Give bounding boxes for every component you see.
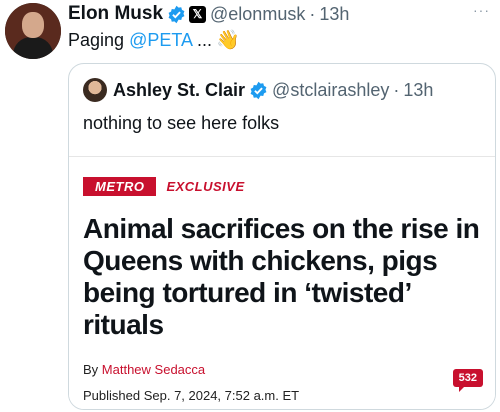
tweet-time[interactable]: 13h (319, 4, 349, 25)
quoted-author-handle[interactable]: @stclairashley (272, 80, 389, 101)
article-screenshot: METRO EXCLUSIVE Animal sacrifices on the… (69, 156, 495, 409)
tweet-header: Elon Musk 𝕏 @elonmusk · 13h (68, 2, 349, 26)
separator-dot: · (393, 79, 400, 100)
quoted-tweet-card[interactable]: Ashley St. Clair @stclairashley · 13h no… (68, 63, 496, 410)
author-handle[interactable]: @elonmusk (210, 4, 305, 25)
quoted-text: nothing to see here folks (83, 113, 280, 133)
mention-link[interactable]: @PETA (129, 30, 193, 51)
article-kicker: METRO EXCLUSIVE (83, 177, 245, 196)
quoted-header: Ashley St. Clair @stclairashley · 13h (83, 78, 433, 102)
article-headline: Animal sacrifices on the rise in Queens … (83, 213, 480, 340)
quoted-time[interactable]: 13h (403, 80, 433, 101)
byline-author: Matthew Sedacca (101, 362, 206, 377)
verified-badge-icon (250, 81, 267, 99)
verified-badge-icon (168, 5, 185, 23)
avatar-face (22, 12, 44, 38)
comment-count-badge: 532 (452, 369, 483, 392)
quoted-avatar[interactable] (83, 78, 107, 102)
author-name[interactable]: Elon Musk (68, 3, 163, 25)
author-avatar[interactable] (5, 3, 61, 59)
tweet-text-prefix: Paging (68, 29, 125, 50)
tweet-text-ellipsis: ... (197, 29, 213, 50)
exclusive-label: EXCLUSIVE (166, 179, 245, 194)
more-options-icon[interactable]: ··· (473, 2, 490, 18)
quoted-author-name[interactable]: Ashley St. Clair (113, 80, 245, 101)
published-date: Published Sep. 7, 2024, 7:52 a.m. ET (83, 388, 300, 403)
article-byline: By Matthew Sedacca (83, 362, 205, 377)
separator-dot: · (309, 3, 316, 24)
waving-hand-emoji: 👋 (216, 30, 240, 51)
byline-prefix: By (83, 362, 99, 377)
tweet-text: Paging @PETA ... 👋 (68, 28, 240, 52)
x-affiliation-icon: 𝕏 (189, 5, 207, 23)
section-label: METRO (83, 177, 157, 196)
